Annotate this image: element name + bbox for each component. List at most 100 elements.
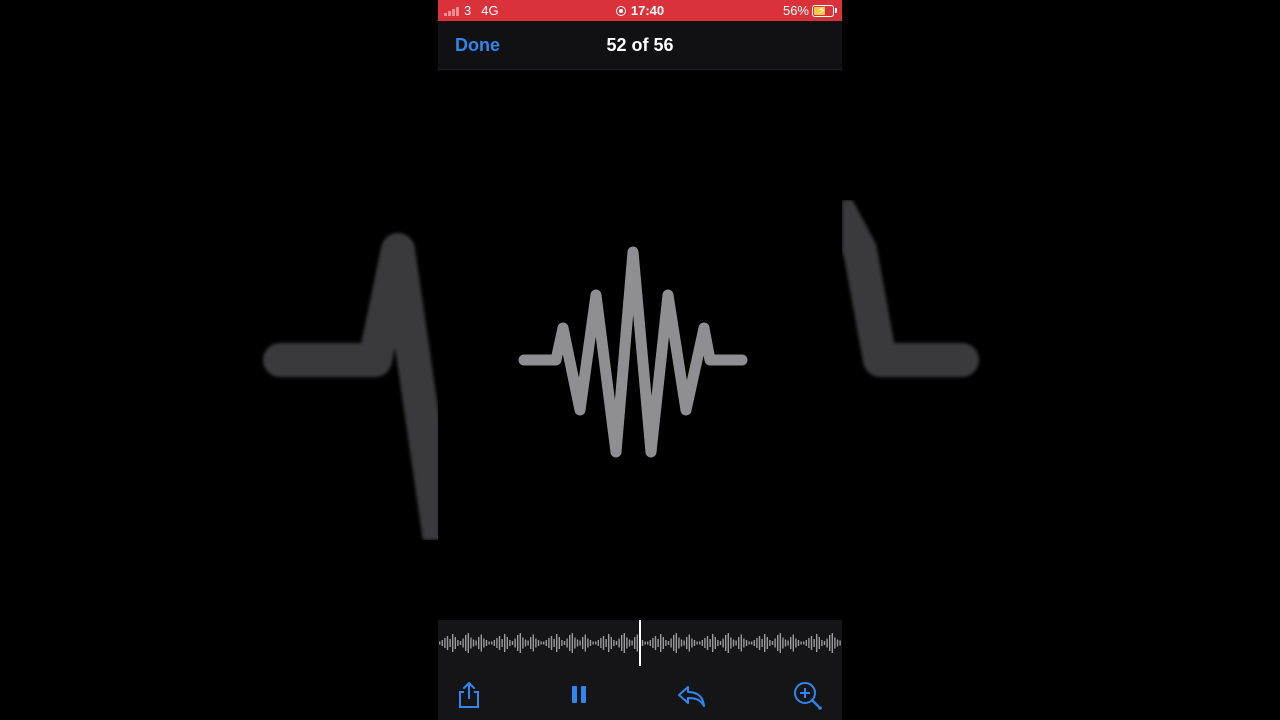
scrubber-bar (644, 641, 646, 645)
scrubber-bar (631, 640, 633, 646)
scrubber-bar (808, 638, 810, 648)
scrubber-bar (654, 636, 657, 650)
scrubber-bar (530, 637, 532, 649)
scrubber-bar (680, 639, 683, 647)
screen-recording-icon (615, 6, 626, 16)
scrubber-bar (712, 634, 714, 652)
scrubber-bar (784, 639, 787, 647)
scrubber-bar (813, 639, 815, 647)
scrubber-bar (475, 640, 477, 646)
scrubber-bar (462, 638, 464, 648)
share-icon[interactable] (454, 680, 484, 710)
scrubber-bar (592, 641, 594, 645)
scrubber-bar (569, 635, 571, 651)
playhead[interactable] (639, 620, 641, 666)
scrubber-bar (556, 634, 558, 652)
scrubber-bar (717, 640, 719, 646)
scrubber-bar (517, 635, 519, 651)
scrubber-bar (634, 637, 636, 649)
scrubber-bar (470, 637, 472, 649)
scrubber-bar (522, 637, 524, 649)
scrubber-bar (686, 637, 688, 649)
scrubber-bar (836, 639, 839, 647)
scrubber-bar (626, 637, 628, 649)
scrubber-bar (597, 640, 599, 646)
reply-icon[interactable] (676, 680, 706, 710)
scrubber-bar (678, 637, 680, 649)
scrubber-bar (439, 641, 441, 645)
scrubber-bar (790, 637, 792, 649)
scrubber-bar (693, 640, 696, 646)
scrubber-bar (527, 640, 529, 646)
scrubber-bar (467, 633, 469, 653)
scrubber-bar (810, 636, 813, 650)
scrubber-bar (459, 641, 462, 645)
scrubber-bar (675, 633, 677, 653)
scrubber-bar (725, 635, 727, 651)
scrubber-bar (452, 634, 454, 652)
status-bar: 3 4G 17:40 56% ⚡ (438, 0, 842, 21)
scrubber-bar (777, 635, 779, 651)
scrubber-bar (756, 638, 758, 648)
scrubber-bar (496, 638, 498, 648)
scrubber-bar (704, 638, 706, 648)
scrubber-bar (691, 638, 693, 648)
scrubber-bar (706, 636, 709, 650)
scrubber-bar (641, 640, 644, 646)
scrubber-bar (537, 640, 540, 646)
scrubber-bar (660, 634, 662, 652)
pause-icon[interactable] (564, 680, 594, 710)
scrubber-bar (735, 640, 737, 646)
scrubber-bar (621, 635, 623, 651)
scrubber-bar (457, 640, 459, 646)
scrubber-bar (563, 641, 566, 645)
zoom-in-icon[interactable] (792, 680, 822, 710)
scrubber-bar (449, 639, 451, 647)
scrubber-bar (649, 640, 651, 646)
scrubber-bar (480, 634, 482, 652)
nav-bar: Done 52 of 56 (438, 21, 842, 70)
scrubber-bar (524, 639, 527, 647)
scrubber-bar (498, 636, 501, 650)
scrubber-bar (701, 640, 703, 646)
background-blur-left (240, 200, 438, 540)
scrubber-bar (566, 638, 568, 648)
battery-percent: 56% (782, 3, 809, 18)
scrubber-bar (509, 640, 511, 646)
scrubber-bar (579, 640, 581, 646)
scrubber-bar (831, 633, 833, 653)
scrubber-bar (652, 638, 654, 648)
scrubber-bar (602, 636, 605, 650)
scrubber-bar (816, 634, 818, 652)
scrubber-bar (696, 641, 698, 645)
scrubber-bar (605, 639, 607, 647)
scrubber-bar (795, 638, 797, 648)
scrubber-bar (727, 633, 729, 653)
scrubber-bar (665, 640, 667, 646)
audio-scrubber[interactable] (438, 620, 842, 666)
scrubber-bar (441, 640, 443, 646)
scrubber-bar (753, 640, 755, 646)
scrubber-bar (740, 634, 742, 652)
scrubber-bar (769, 640, 771, 646)
scrubber-bar (683, 640, 685, 646)
scrubber-bar (748, 641, 750, 645)
scrubber-bar (587, 638, 589, 648)
scrubber-bar (730, 637, 732, 649)
scrubber-bar (709, 639, 711, 647)
scrubber-bar (446, 636, 449, 650)
scrubber-bar (488, 641, 490, 645)
scrubber-bar (688, 634, 690, 652)
scrubber-bar (501, 639, 503, 647)
scrubber-bar (540, 641, 542, 645)
scrubber-bar (834, 637, 836, 649)
scrubber-bar (506, 637, 508, 649)
screen: 3 4G 17:40 56% ⚡ Done 52 of 56 (0, 0, 1280, 720)
scrubber-bar (670, 638, 672, 648)
scrubber-bar (618, 638, 620, 648)
scrubber-bar (454, 637, 456, 649)
scrubber-bar (545, 640, 547, 646)
scrubber-bar (745, 640, 748, 646)
scrubber-bar (774, 638, 776, 648)
scrubber-bar (628, 639, 631, 647)
